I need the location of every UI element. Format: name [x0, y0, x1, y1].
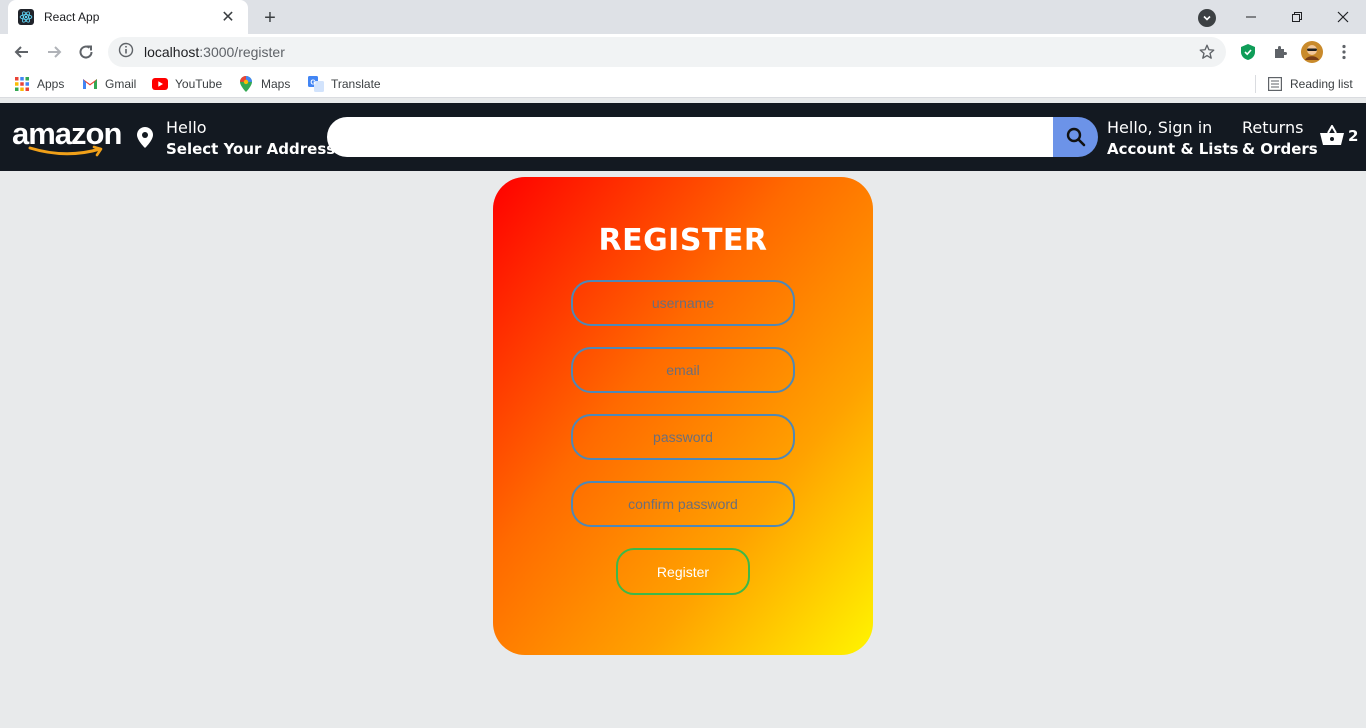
search-input[interactable]	[327, 117, 1053, 157]
react-favicon-icon	[18, 9, 34, 25]
bookmarks-bar: Apps Gmail YouTube Maps G Translate Read…	[0, 70, 1366, 98]
new-tab-button[interactable]: +	[258, 6, 282, 30]
cart-count: 2	[1348, 126, 1359, 145]
minimize-icon[interactable]	[1228, 0, 1274, 34]
profile-avatar[interactable]	[1301, 41, 1323, 63]
tab-strip: React App ✕ +	[0, 0, 1366, 34]
bookmark-label: Gmail	[105, 77, 137, 91]
translate-icon: G	[308, 76, 324, 92]
register-title: REGISTER	[598, 223, 768, 258]
reading-list-button[interactable]: Reading list	[1267, 76, 1353, 92]
tab-title: React App	[44, 10, 100, 24]
amazon-header: amazon Hello Select Your Address Hello, …	[0, 103, 1366, 171]
bookmark-youtube[interactable]: YouTube	[152, 76, 222, 92]
bookmark-star-icon[interactable]	[1198, 43, 1216, 66]
bookmark-label: YouTube	[175, 77, 223, 91]
orders-label: & Orders	[1242, 140, 1318, 158]
bookmark-apps[interactable]: Apps	[14, 76, 64, 92]
back-arrow-icon[interactable]	[8, 38, 36, 66]
gmail-icon	[82, 76, 98, 92]
forward-arrow-icon[interactable]	[40, 38, 68, 66]
shopping-basket-icon	[1320, 125, 1344, 145]
bookmark-label: Maps	[261, 77, 291, 91]
logo-smile-icon	[28, 145, 103, 157]
shield-extension-icon[interactable]	[1238, 42, 1258, 62]
youtube-icon	[152, 76, 168, 92]
address-bar[interactable]: localhost:3000/register	[108, 37, 1226, 67]
username-input[interactable]	[571, 280, 795, 326]
info-icon[interactable]	[118, 42, 134, 63]
account-lists-label: Account & Lists	[1107, 140, 1239, 158]
close-tab-icon[interactable]: ✕	[218, 7, 238, 27]
reading-list-icon	[1267, 76, 1283, 92]
browser-tab[interactable]: React App ✕	[8, 0, 248, 34]
extensions-puzzle-icon[interactable]	[1270, 42, 1290, 62]
url-host: localhost	[144, 44, 200, 60]
register-button[interactable]: Register	[616, 548, 750, 595]
account-link[interactable]: Hello, Sign in Account & Lists	[1107, 118, 1238, 160]
confirm-password-input[interactable]	[571, 481, 795, 527]
returns-label: Returns	[1242, 118, 1304, 137]
bookmark-label: Apps	[37, 77, 65, 91]
reading-list-label: Reading list	[1290, 77, 1353, 91]
maps-icon	[238, 76, 254, 92]
bookmark-gmail[interactable]: Gmail	[82, 76, 136, 92]
password-input[interactable]	[571, 414, 795, 460]
sign-in-greeting: Hello, Sign in	[1107, 118, 1213, 137]
browser-toolbar: localhost:3000/register	[0, 34, 1366, 70]
select-address-link[interactable]: Hello Select Your Address	[166, 118, 335, 160]
amazon-logo[interactable]: amazon	[12, 117, 122, 161]
returns-orders-link[interactable]: Returns & Orders	[1242, 118, 1318, 160]
search-icon	[1066, 127, 1085, 147]
svg-text:G: G	[310, 80, 316, 87]
reload-icon[interactable]	[72, 38, 100, 66]
tab-search-icon[interactable]	[1198, 9, 1216, 27]
cart-button[interactable]: 2	[1320, 125, 1358, 146]
url-path: :3000/register	[199, 44, 285, 60]
close-window-icon[interactable]	[1320, 0, 1366, 34]
url-text: localhost:3000/register	[144, 44, 285, 60]
search-button[interactable]	[1053, 117, 1098, 157]
location-pin-icon	[137, 127, 153, 153]
bookmark-separator	[1255, 75, 1256, 93]
apps-grid-icon	[14, 76, 30, 92]
address-greeting: Hello	[166, 118, 207, 137]
bookmark-translate[interactable]: G Translate	[308, 76, 381, 92]
address-prompt: Select Your Address	[166, 140, 336, 158]
register-card: REGISTER Register	[493, 177, 873, 655]
restore-icon[interactable]	[1274, 0, 1320, 34]
chrome-menu-icon[interactable]	[1334, 42, 1354, 62]
bookmark-label: Translate	[331, 77, 381, 91]
bookmark-maps[interactable]: Maps	[238, 76, 290, 92]
email-input[interactable]	[571, 347, 795, 393]
